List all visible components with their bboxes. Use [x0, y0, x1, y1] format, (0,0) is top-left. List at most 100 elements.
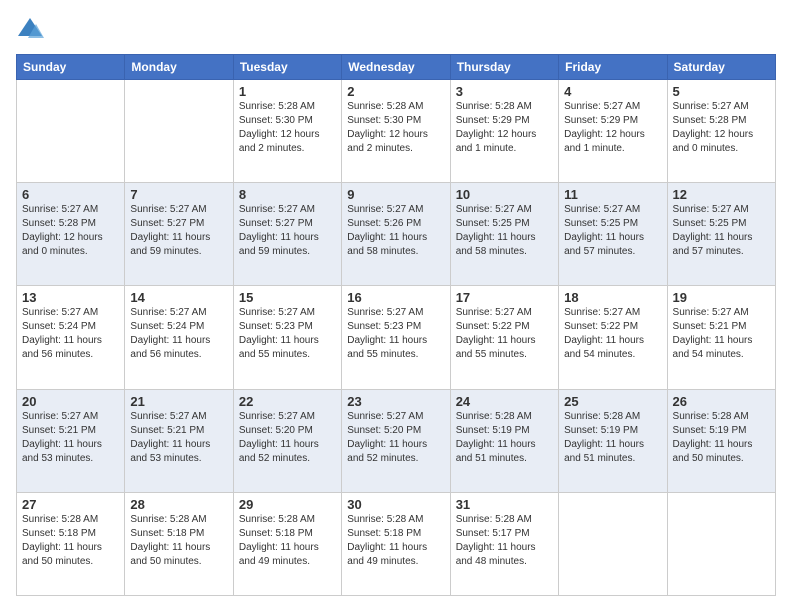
calendar-table: SundayMondayTuesdayWednesdayThursdayFrid…	[16, 54, 776, 596]
day-number: 27	[22, 497, 119, 512]
day-cell: 30Sunrise: 5:28 AMSunset: 5:18 PMDayligh…	[342, 492, 450, 595]
day-info: Sunrise: 5:27 AMSunset: 5:28 PMDaylight:…	[673, 100, 770, 156]
week-row-5: 27Sunrise: 5:28 AMSunset: 5:18 PMDayligh…	[17, 492, 776, 595]
day-cell: 13Sunrise: 5:27 AMSunset: 5:24 PMDayligh…	[17, 286, 125, 389]
day-cell: 8Sunrise: 5:27 AMSunset: 5:27 PMDaylight…	[233, 183, 341, 286]
day-number: 8	[239, 187, 336, 202]
day-number: 21	[130, 394, 227, 409]
day-number: 17	[456, 290, 553, 305]
day-info: Sunrise: 5:27 AMSunset: 5:27 PMDaylight:…	[239, 203, 336, 259]
day-cell	[667, 492, 775, 595]
day-info: Sunrise: 5:27 AMSunset: 5:21 PMDaylight:…	[22, 410, 119, 466]
day-cell: 25Sunrise: 5:28 AMSunset: 5:19 PMDayligh…	[559, 389, 667, 492]
day-cell: 26Sunrise: 5:28 AMSunset: 5:19 PMDayligh…	[667, 389, 775, 492]
day-cell	[125, 80, 233, 183]
day-info: Sunrise: 5:27 AMSunset: 5:25 PMDaylight:…	[673, 203, 770, 259]
day-number: 20	[22, 394, 119, 409]
day-info: Sunrise: 5:28 AMSunset: 5:19 PMDaylight:…	[673, 410, 770, 466]
day-number: 1	[239, 84, 336, 99]
day-number: 4	[564, 84, 661, 99]
day-number: 15	[239, 290, 336, 305]
day-number: 13	[22, 290, 119, 305]
day-number: 24	[456, 394, 553, 409]
day-cell: 12Sunrise: 5:27 AMSunset: 5:25 PMDayligh…	[667, 183, 775, 286]
day-number: 19	[673, 290, 770, 305]
day-cell: 2Sunrise: 5:28 AMSunset: 5:30 PMDaylight…	[342, 80, 450, 183]
day-info: Sunrise: 5:28 AMSunset: 5:29 PMDaylight:…	[456, 100, 553, 156]
week-row-1: 1Sunrise: 5:28 AMSunset: 5:30 PMDaylight…	[17, 80, 776, 183]
day-number: 10	[456, 187, 553, 202]
weekday-header-row: SundayMondayTuesdayWednesdayThursdayFrid…	[17, 55, 776, 80]
day-info: Sunrise: 5:27 AMSunset: 5:20 PMDaylight:…	[347, 410, 444, 466]
day-cell: 21Sunrise: 5:27 AMSunset: 5:21 PMDayligh…	[125, 389, 233, 492]
day-info: Sunrise: 5:27 AMSunset: 5:22 PMDaylight:…	[456, 306, 553, 362]
day-info: Sunrise: 5:27 AMSunset: 5:22 PMDaylight:…	[564, 306, 661, 362]
day-info: Sunrise: 5:28 AMSunset: 5:30 PMDaylight:…	[239, 100, 336, 156]
day-cell	[559, 492, 667, 595]
weekday-header-saturday: Saturday	[667, 55, 775, 80]
day-info: Sunrise: 5:27 AMSunset: 5:25 PMDaylight:…	[456, 203, 553, 259]
day-number: 3	[456, 84, 553, 99]
day-number: 18	[564, 290, 661, 305]
day-info: Sunrise: 5:27 AMSunset: 5:27 PMDaylight:…	[130, 203, 227, 259]
day-number: 22	[239, 394, 336, 409]
day-number: 2	[347, 84, 444, 99]
weekday-header-wednesday: Wednesday	[342, 55, 450, 80]
day-cell: 14Sunrise: 5:27 AMSunset: 5:24 PMDayligh…	[125, 286, 233, 389]
day-number: 31	[456, 497, 553, 512]
weekday-header-tuesday: Tuesday	[233, 55, 341, 80]
day-cell: 15Sunrise: 5:27 AMSunset: 5:23 PMDayligh…	[233, 286, 341, 389]
day-number: 30	[347, 497, 444, 512]
day-cell: 10Sunrise: 5:27 AMSunset: 5:25 PMDayligh…	[450, 183, 558, 286]
day-number: 26	[673, 394, 770, 409]
day-number: 23	[347, 394, 444, 409]
day-info: Sunrise: 5:27 AMSunset: 5:29 PMDaylight:…	[564, 100, 661, 156]
day-number: 9	[347, 187, 444, 202]
day-info: Sunrise: 5:28 AMSunset: 5:30 PMDaylight:…	[347, 100, 444, 156]
day-cell	[17, 80, 125, 183]
page: SundayMondayTuesdayWednesdayThursdayFrid…	[0, 0, 792, 612]
day-info: Sunrise: 5:28 AMSunset: 5:18 PMDaylight:…	[22, 513, 119, 569]
day-cell: 28Sunrise: 5:28 AMSunset: 5:18 PMDayligh…	[125, 492, 233, 595]
day-info: Sunrise: 5:27 AMSunset: 5:23 PMDaylight:…	[239, 306, 336, 362]
day-cell: 1Sunrise: 5:28 AMSunset: 5:30 PMDaylight…	[233, 80, 341, 183]
day-number: 12	[673, 187, 770, 202]
day-info: Sunrise: 5:27 AMSunset: 5:20 PMDaylight:…	[239, 410, 336, 466]
day-info: Sunrise: 5:27 AMSunset: 5:25 PMDaylight:…	[564, 203, 661, 259]
week-row-4: 20Sunrise: 5:27 AMSunset: 5:21 PMDayligh…	[17, 389, 776, 492]
day-number: 29	[239, 497, 336, 512]
day-info: Sunrise: 5:27 AMSunset: 5:24 PMDaylight:…	[22, 306, 119, 362]
day-number: 28	[130, 497, 227, 512]
day-info: Sunrise: 5:27 AMSunset: 5:26 PMDaylight:…	[347, 203, 444, 259]
weekday-header-monday: Monday	[125, 55, 233, 80]
day-info: Sunrise: 5:28 AMSunset: 5:19 PMDaylight:…	[564, 410, 661, 466]
week-row-2: 6Sunrise: 5:27 AMSunset: 5:28 PMDaylight…	[17, 183, 776, 286]
day-info: Sunrise: 5:28 AMSunset: 5:18 PMDaylight:…	[239, 513, 336, 569]
day-number: 25	[564, 394, 661, 409]
day-cell: 16Sunrise: 5:27 AMSunset: 5:23 PMDayligh…	[342, 286, 450, 389]
day-number: 5	[673, 84, 770, 99]
day-cell: 11Sunrise: 5:27 AMSunset: 5:25 PMDayligh…	[559, 183, 667, 286]
logo-icon	[16, 16, 44, 44]
day-cell: 31Sunrise: 5:28 AMSunset: 5:17 PMDayligh…	[450, 492, 558, 595]
day-info: Sunrise: 5:28 AMSunset: 5:19 PMDaylight:…	[456, 410, 553, 466]
day-cell: 4Sunrise: 5:27 AMSunset: 5:29 PMDaylight…	[559, 80, 667, 183]
day-cell: 19Sunrise: 5:27 AMSunset: 5:21 PMDayligh…	[667, 286, 775, 389]
day-cell: 22Sunrise: 5:27 AMSunset: 5:20 PMDayligh…	[233, 389, 341, 492]
day-info: Sunrise: 5:28 AMSunset: 5:18 PMDaylight:…	[347, 513, 444, 569]
day-cell: 23Sunrise: 5:27 AMSunset: 5:20 PMDayligh…	[342, 389, 450, 492]
day-info: Sunrise: 5:27 AMSunset: 5:28 PMDaylight:…	[22, 203, 119, 259]
day-number: 6	[22, 187, 119, 202]
weekday-header-friday: Friday	[559, 55, 667, 80]
day-info: Sunrise: 5:28 AMSunset: 5:18 PMDaylight:…	[130, 513, 227, 569]
day-info: Sunrise: 5:27 AMSunset: 5:23 PMDaylight:…	[347, 306, 444, 362]
day-info: Sunrise: 5:27 AMSunset: 5:24 PMDaylight:…	[130, 306, 227, 362]
day-number: 16	[347, 290, 444, 305]
header	[16, 16, 776, 44]
weekday-header-sunday: Sunday	[17, 55, 125, 80]
day-info: Sunrise: 5:27 AMSunset: 5:21 PMDaylight:…	[673, 306, 770, 362]
week-row-3: 13Sunrise: 5:27 AMSunset: 5:24 PMDayligh…	[17, 286, 776, 389]
day-cell: 29Sunrise: 5:28 AMSunset: 5:18 PMDayligh…	[233, 492, 341, 595]
logo	[16, 16, 48, 44]
day-cell: 18Sunrise: 5:27 AMSunset: 5:22 PMDayligh…	[559, 286, 667, 389]
